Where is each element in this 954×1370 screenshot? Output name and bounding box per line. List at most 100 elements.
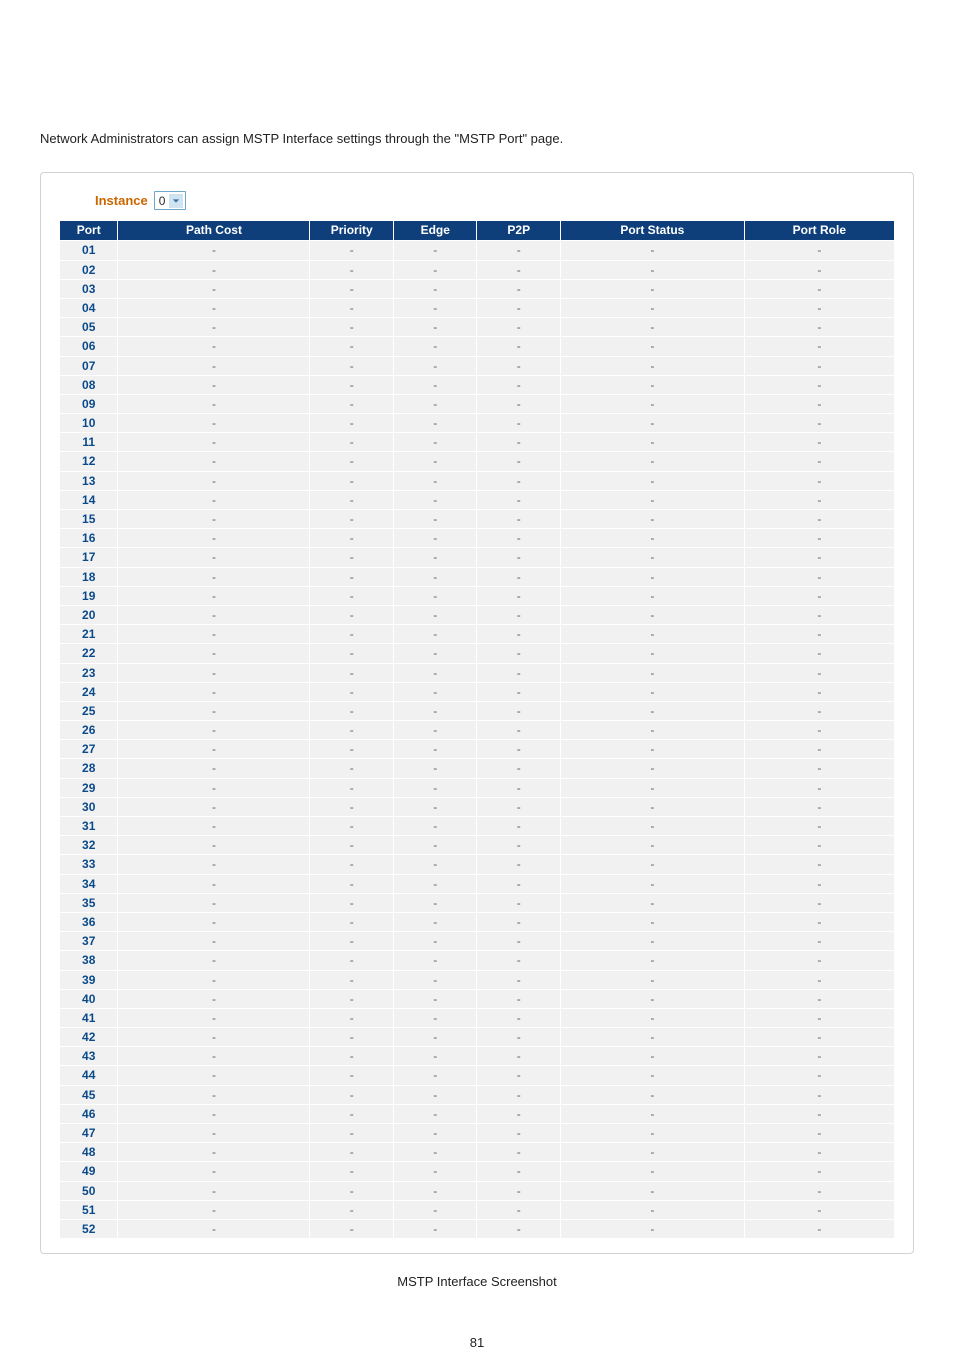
port-link[interactable]: 14	[60, 490, 118, 509]
port-link[interactable]: 13	[60, 471, 118, 490]
cell-p2p: -	[477, 1200, 561, 1219]
instance-select[interactable]: 0	[154, 191, 187, 210]
cell-edge: -	[393, 893, 477, 912]
port-link[interactable]: 22	[60, 644, 118, 663]
port-link[interactable]: 40	[60, 989, 118, 1008]
cell-priority: -	[310, 298, 394, 317]
cell-priority: -	[310, 1104, 394, 1123]
port-link[interactable]: 07	[60, 356, 118, 375]
port-link[interactable]: 37	[60, 932, 118, 951]
table-row: 41------	[60, 1008, 895, 1027]
port-link[interactable]: 08	[60, 375, 118, 394]
port-link[interactable]: 33	[60, 855, 118, 874]
table-row: 22------	[60, 644, 895, 663]
table-row: 46------	[60, 1104, 895, 1123]
port-link[interactable]: 52	[60, 1219, 118, 1238]
cell-p2p: -	[477, 510, 561, 529]
port-link[interactable]: 19	[60, 586, 118, 605]
port-link[interactable]: 42	[60, 1028, 118, 1047]
port-link[interactable]: 38	[60, 951, 118, 970]
cell-port-role: -	[744, 1143, 894, 1162]
port-link[interactable]: 16	[60, 529, 118, 548]
port-link[interactable]: 36	[60, 912, 118, 931]
cell-port-status: -	[560, 452, 744, 471]
cell-path-cost: -	[118, 510, 310, 529]
port-link[interactable]: 09	[60, 394, 118, 413]
port-link[interactable]: 25	[60, 701, 118, 720]
cell-edge: -	[393, 778, 477, 797]
port-link[interactable]: 39	[60, 970, 118, 989]
port-link[interactable]: 45	[60, 1085, 118, 1104]
port-link[interactable]: 17	[60, 548, 118, 567]
port-link[interactable]: 41	[60, 1008, 118, 1027]
cell-port-role: -	[744, 912, 894, 931]
port-link[interactable]: 02	[60, 260, 118, 279]
port-link[interactable]: 04	[60, 298, 118, 317]
port-link[interactable]: 26	[60, 721, 118, 740]
cell-port-role: -	[744, 663, 894, 682]
port-link[interactable]: 15	[60, 510, 118, 529]
port-link[interactable]: 29	[60, 778, 118, 797]
cell-edge: -	[393, 260, 477, 279]
port-link[interactable]: 46	[60, 1104, 118, 1123]
port-link[interactable]: 01	[60, 241, 118, 260]
port-link[interactable]: 03	[60, 279, 118, 298]
cell-path-cost: -	[118, 970, 310, 989]
cell-port-status: -	[560, 567, 744, 586]
port-link[interactable]: 24	[60, 682, 118, 701]
cell-edge: -	[393, 1047, 477, 1066]
cell-priority: -	[310, 490, 394, 509]
port-link[interactable]: 11	[60, 433, 118, 452]
cell-p2p: -	[477, 605, 561, 624]
port-link[interactable]: 18	[60, 567, 118, 586]
table-row: 38------	[60, 951, 895, 970]
cell-priority: -	[310, 817, 394, 836]
cell-path-cost: -	[118, 548, 310, 567]
cell-priority: -	[310, 740, 394, 759]
cell-port-role: -	[744, 1181, 894, 1200]
cell-p2p: -	[477, 414, 561, 433]
cell-priority: -	[310, 625, 394, 644]
port-link[interactable]: 44	[60, 1066, 118, 1085]
port-link[interactable]: 23	[60, 663, 118, 682]
port-link[interactable]: 32	[60, 836, 118, 855]
port-link[interactable]: 48	[60, 1143, 118, 1162]
cell-priority: -	[310, 1085, 394, 1104]
cell-path-cost: -	[118, 797, 310, 816]
port-link[interactable]: 05	[60, 318, 118, 337]
port-link[interactable]: 34	[60, 874, 118, 893]
port-link[interactable]: 12	[60, 452, 118, 471]
cell-edge: -	[393, 721, 477, 740]
port-link[interactable]: 28	[60, 759, 118, 778]
port-link[interactable]: 50	[60, 1181, 118, 1200]
cell-priority: -	[310, 260, 394, 279]
cell-priority: -	[310, 548, 394, 567]
cell-port-status: -	[560, 433, 744, 452]
cell-port-status: -	[560, 337, 744, 356]
port-link[interactable]: 47	[60, 1124, 118, 1143]
cell-priority: -	[310, 605, 394, 624]
cell-edge: -	[393, 298, 477, 317]
cell-port-status: -	[560, 778, 744, 797]
table-row: 33------	[60, 855, 895, 874]
cell-port-status: -	[560, 241, 744, 260]
port-link[interactable]: 21	[60, 625, 118, 644]
port-link[interactable]: 30	[60, 797, 118, 816]
cell-port-status: -	[560, 1181, 744, 1200]
cell-priority: -	[310, 356, 394, 375]
cell-port-role: -	[744, 1124, 894, 1143]
port-link[interactable]: 51	[60, 1200, 118, 1219]
cell-edge: -	[393, 1143, 477, 1162]
port-link[interactable]: 43	[60, 1047, 118, 1066]
port-link[interactable]: 35	[60, 893, 118, 912]
port-link[interactable]: 06	[60, 337, 118, 356]
port-link[interactable]: 31	[60, 817, 118, 836]
cell-port-status: -	[560, 759, 744, 778]
port-link[interactable]: 49	[60, 1162, 118, 1181]
port-link[interactable]: 20	[60, 605, 118, 624]
port-link[interactable]: 27	[60, 740, 118, 759]
port-link[interactable]: 10	[60, 414, 118, 433]
instance-value: 0	[159, 194, 170, 208]
cell-edge: -	[393, 1181, 477, 1200]
cell-edge: -	[393, 241, 477, 260]
